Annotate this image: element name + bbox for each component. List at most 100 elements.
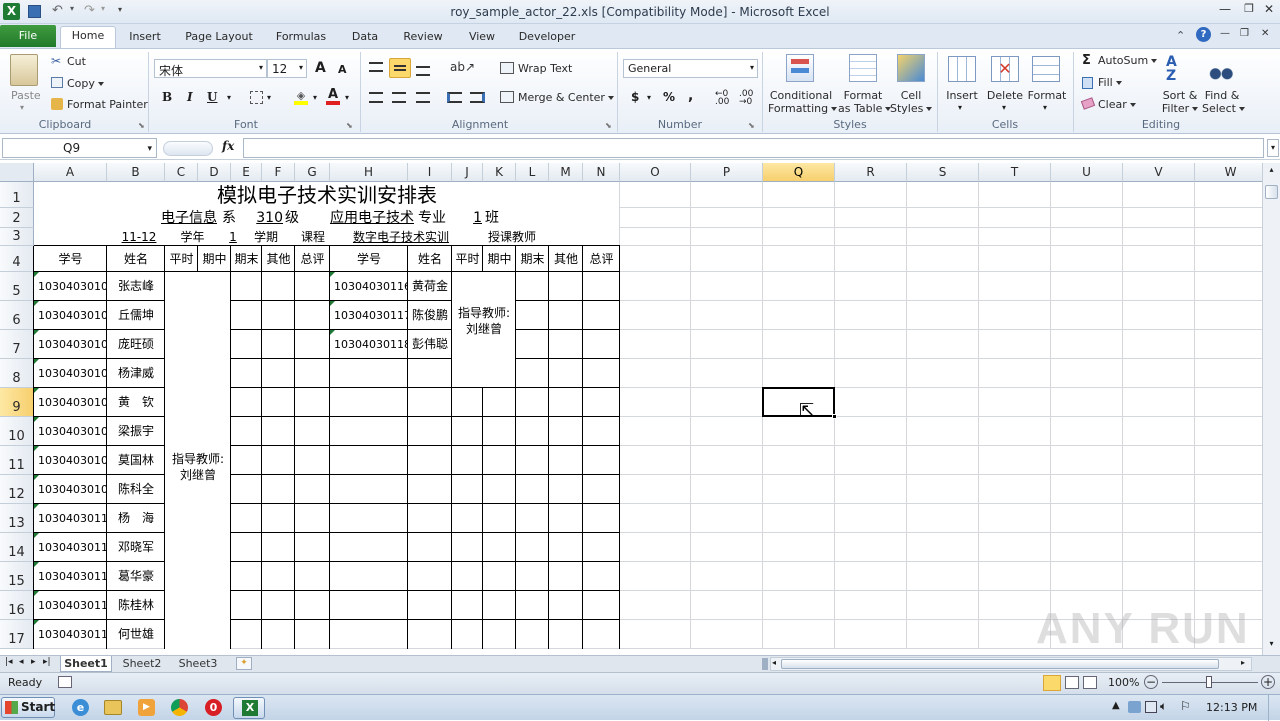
- normal-view-icon[interactable]: [1043, 675, 1061, 691]
- student-id[interactable]: 10304030105: [34, 388, 107, 417]
- wrap-text-button[interactable]: Wrap Text: [518, 62, 572, 75]
- align-center-icon[interactable]: [392, 92, 406, 103]
- student-id-right[interactable]: 10304030116: [330, 272, 408, 301]
- select-all-corner[interactable]: [0, 163, 34, 182]
- row-header-5[interactable]: 5: [0, 272, 34, 301]
- column-header-a[interactable]: A: [34, 163, 107, 182]
- student-name[interactable]: 莫国林: [107, 446, 165, 475]
- prev-sheet-icon[interactable]: ◂: [19, 657, 24, 667]
- formula-input[interactable]: [243, 138, 1264, 158]
- chevron-down-icon[interactable]: ▾: [1043, 103, 1047, 112]
- student-id[interactable]: 10304030106: [34, 417, 107, 446]
- student-name[interactable]: 丘儒坤: [107, 301, 165, 330]
- student-name-right[interactable]: 陈俊鹏: [408, 301, 452, 330]
- student-id[interactable]: 10304030114: [34, 620, 107, 649]
- expand-formula-bar-icon[interactable]: ▾: [1267, 139, 1279, 157]
- column-header-v[interactable]: V: [1123, 163, 1195, 182]
- line3-teacher-label[interactable]: 授课教师: [484, 228, 540, 246]
- tab-view[interactable]: View: [460, 28, 504, 48]
- student-id[interactable]: 10304030103: [34, 330, 107, 359]
- tab-developer[interactable]: Developer: [514, 28, 580, 48]
- sheet-title[interactable]: 模拟电子技术实训安排表: [34, 182, 620, 208]
- header-right-other[interactable]: 其他: [549, 246, 583, 272]
- row-header-1[interactable]: 1: [0, 182, 34, 208]
- student-name[interactable]: 梁振宇: [107, 417, 165, 446]
- student-name[interactable]: 杨 海: [107, 504, 165, 533]
- tab-split-handle[interactable]: [762, 658, 768, 670]
- student-id[interactable]: 10304030101: [34, 272, 107, 301]
- line3-term[interactable]: 1: [217, 228, 249, 246]
- zoom-out-icon[interactable]: −: [1144, 675, 1158, 689]
- worksheet-grid[interactable]: A B C D E F G H I J K L M N O P Q R S T U V W 1 2 3 4 5 6 7 8 9 10 11 12 13…: [0, 163, 1262, 655]
- comma-button[interactable]: ,: [688, 88, 693, 104]
- number-launcher-icon[interactable]: ⬊: [748, 121, 755, 130]
- volume-icon[interactable]: 🔈︎: [1160, 699, 1167, 714]
- line3-term-suffix[interactable]: 学期: [250, 228, 282, 246]
- header-total[interactable]: 总评: [295, 246, 330, 272]
- column-header-o[interactable]: O: [620, 163, 691, 182]
- vertical-scrollbar[interactable]: ▴ ▾: [1262, 163, 1280, 655]
- column-header-k[interactable]: K: [483, 163, 516, 182]
- line3-course[interactable]: 数字电子技术实训: [332, 228, 470, 246]
- line2-major-suffix[interactable]: 专业: [418, 208, 454, 228]
- column-header-i[interactable]: I: [408, 163, 452, 182]
- italic-button[interactable]: I: [187, 90, 193, 104]
- header-regular[interactable]: 平时: [165, 246, 198, 272]
- find-select-button[interactable]: Find & Select: [1202, 89, 1245, 115]
- workbook-restore-icon[interactable]: ❐: [1240, 28, 1249, 39]
- clipboard-launcher-icon[interactable]: ⬊: [138, 121, 145, 130]
- column-header-h[interactable]: H: [330, 163, 408, 182]
- line2-class-suffix[interactable]: 班: [485, 208, 505, 228]
- scroll-right-icon[interactable]: ▸: [1241, 658, 1245, 667]
- minimize-button[interactable]: —: [1214, 2, 1236, 20]
- student-id[interactable]: 10304030110: [34, 504, 107, 533]
- row-header-4[interactable]: 4: [0, 246, 34, 272]
- row-header-2[interactable]: 2: [0, 208, 34, 228]
- line3-year-suffix[interactable]: 学年: [170, 228, 215, 246]
- header-right-total[interactable]: 总评: [583, 246, 620, 272]
- workbook-close-icon[interactable]: ✕: [1261, 28, 1269, 39]
- line2-major[interactable]: 应用电子技术: [318, 208, 414, 228]
- student-name[interactable]: 张志峰: [107, 272, 165, 301]
- student-name[interactable]: 陈桂林: [107, 591, 165, 620]
- header-right-id[interactable]: 学号: [330, 246, 408, 272]
- header-right-name[interactable]: 姓名: [408, 246, 452, 272]
- format-as-table-button[interactable]: Format as Table: [838, 89, 892, 115]
- tab-file[interactable]: File: [0, 25, 56, 47]
- column-header-b[interactable]: B: [107, 163, 165, 182]
- line2-dept[interactable]: 电子信息: [117, 208, 217, 228]
- row-header-14[interactable]: 14: [0, 533, 34, 562]
- font-color-dropdown-icon[interactable]: ▾: [345, 93, 349, 102]
- zoom-in-icon[interactable]: +: [1261, 675, 1275, 689]
- column-header-m[interactable]: M: [549, 163, 583, 182]
- student-id[interactable]: 10304030108: [34, 446, 107, 475]
- borders-icon[interactable]: [250, 91, 263, 104]
- clear-button[interactable]: Clear: [1098, 98, 1136, 111]
- row-header-7[interactable]: 7: [0, 330, 34, 359]
- insert-sheet-icon[interactable]: ✦: [236, 657, 252, 670]
- font-color-icon[interactable]: A: [326, 88, 340, 105]
- student-name[interactable]: 邓晓军: [107, 533, 165, 562]
- row-header-12[interactable]: 12: [0, 475, 34, 504]
- show-desktop-button[interactable]: [1268, 695, 1280, 721]
- row-header-9[interactable]: 9: [0, 388, 34, 417]
- number-format-select[interactable]: General ▾: [623, 59, 758, 78]
- column-header-r[interactable]: R: [835, 163, 907, 182]
- scroll-down-icon[interactable]: ▾: [1265, 639, 1278, 651]
- increase-indent-icon[interactable]: [470, 92, 485, 103]
- zoom-slider-thumb[interactable]: [1206, 676, 1212, 688]
- row-header-16[interactable]: 16: [0, 591, 34, 620]
- row-header-6[interactable]: 6: [0, 301, 34, 330]
- currency-button[interactable]: $: [631, 90, 639, 104]
- student-id[interactable]: 10304030112: [34, 562, 107, 591]
- first-sheet-icon[interactable]: |◂: [5, 657, 13, 667]
- page-break-view-icon[interactable]: [1083, 676, 1097, 689]
- header-mid[interactable]: 期中: [198, 246, 231, 272]
- header-other[interactable]: 其他: [262, 246, 295, 272]
- help-icon[interactable]: ?: [1196, 27, 1211, 42]
- row-header-17[interactable]: 17: [0, 620, 34, 649]
- opera-icon[interactable]: 0: [205, 699, 222, 716]
- macro-record-icon[interactable]: [58, 676, 72, 688]
- chrome-icon[interactable]: [171, 699, 188, 716]
- paste-icon[interactable]: [10, 54, 38, 86]
